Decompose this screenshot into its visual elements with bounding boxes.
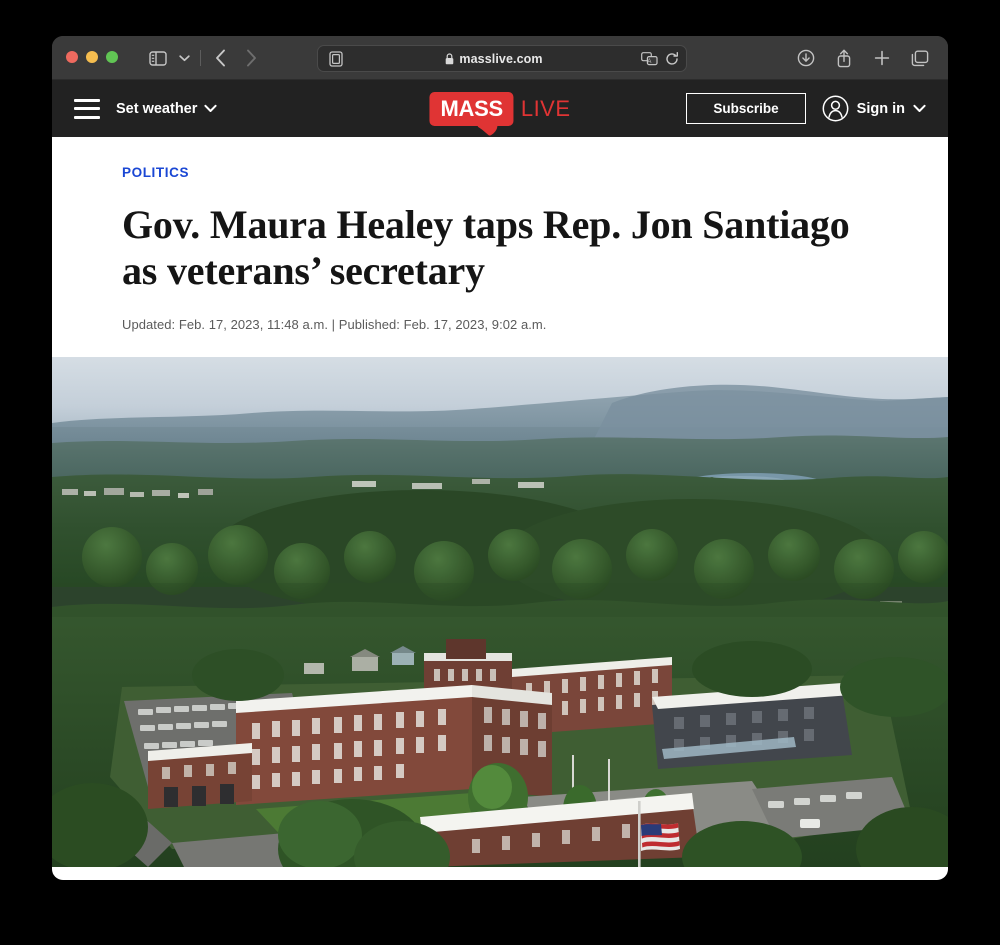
chevron-down-icon	[913, 104, 926, 113]
translate-icon[interactable]: A	[641, 51, 658, 66]
reader-mode-icon[interactable]	[325, 49, 347, 69]
sidebar-options-chevron-down-icon[interactable]	[174, 45, 194, 71]
url-display[interactable]: masslive.com	[347, 52, 641, 66]
logo-primary-text: MASS	[440, 95, 503, 121]
subscribe-button[interactable]: Subscribe	[686, 93, 806, 124]
section-kicker-politics[interactable]: POLITICS	[122, 165, 878, 180]
article-timestamps: Updated: Feb. 17, 2023, 11:48 a.m. | Pub…	[122, 316, 547, 332]
article-hero-image	[52, 356, 948, 867]
masslive-logo[interactable]: MASS LIVE	[429, 91, 571, 126]
share-icon[interactable]	[830, 45, 858, 71]
chevron-down-icon	[204, 104, 218, 113]
header-actions: Subscribe Sign in	[686, 93, 926, 124]
address-bar[interactable]: masslive.com A	[317, 45, 687, 72]
svg-text:A: A	[647, 59, 651, 65]
back-arrow-icon[interactable]	[207, 45, 235, 71]
browser-window: masslive.com A Set weather MASS LIVE Sub…	[52, 36, 948, 880]
plus-icon[interactable]	[868, 45, 896, 71]
url-text: masslive.com	[459, 51, 543, 66]
hero-illustration	[52, 356, 948, 867]
window-controls	[66, 51, 118, 63]
page-title: Gov. Maura Healey taps Rep. Jon Santiago…	[122, 202, 850, 294]
set-weather-label: Set weather	[116, 100, 198, 117]
tabs-overview-icon[interactable]	[906, 45, 934, 71]
logo-secondary-text: LIVE	[520, 95, 571, 121]
user-avatar-icon	[822, 95, 849, 122]
reload-icon[interactable]	[665, 51, 679, 66]
logo-bubble: MASS	[429, 91, 514, 126]
article-header: POLITICS Gov. Maura Healey taps Rep. Jon…	[52, 137, 948, 357]
minimize-window-button[interactable]	[86, 51, 98, 63]
sign-in-label: Sign in	[856, 100, 905, 117]
site-header: Set weather MASS LIVE Subscribe Sign in	[52, 80, 948, 137]
download-icon[interactable]	[792, 45, 820, 71]
sidebar-toggle-icon[interactable]	[144, 45, 172, 71]
lock-icon	[445, 52, 454, 65]
hamburger-menu-icon[interactable]	[74, 98, 100, 119]
toolbar-actions	[792, 36, 934, 80]
browser-toolbar: masslive.com A	[52, 36, 948, 80]
close-window-button[interactable]	[66, 51, 78, 63]
sign-in-button[interactable]: Sign in	[822, 95, 926, 122]
navigation-controls	[144, 36, 265, 80]
address-bar-actions: A	[641, 51, 679, 66]
set-weather-button[interactable]: Set weather	[116, 100, 218, 117]
page-viewport: Set weather MASS LIVE Subscribe Sign in …	[52, 80, 948, 880]
forward-arrow-icon[interactable]	[237, 45, 265, 71]
maximize-window-button[interactable]	[106, 51, 118, 63]
toolbar-divider	[200, 50, 201, 66]
